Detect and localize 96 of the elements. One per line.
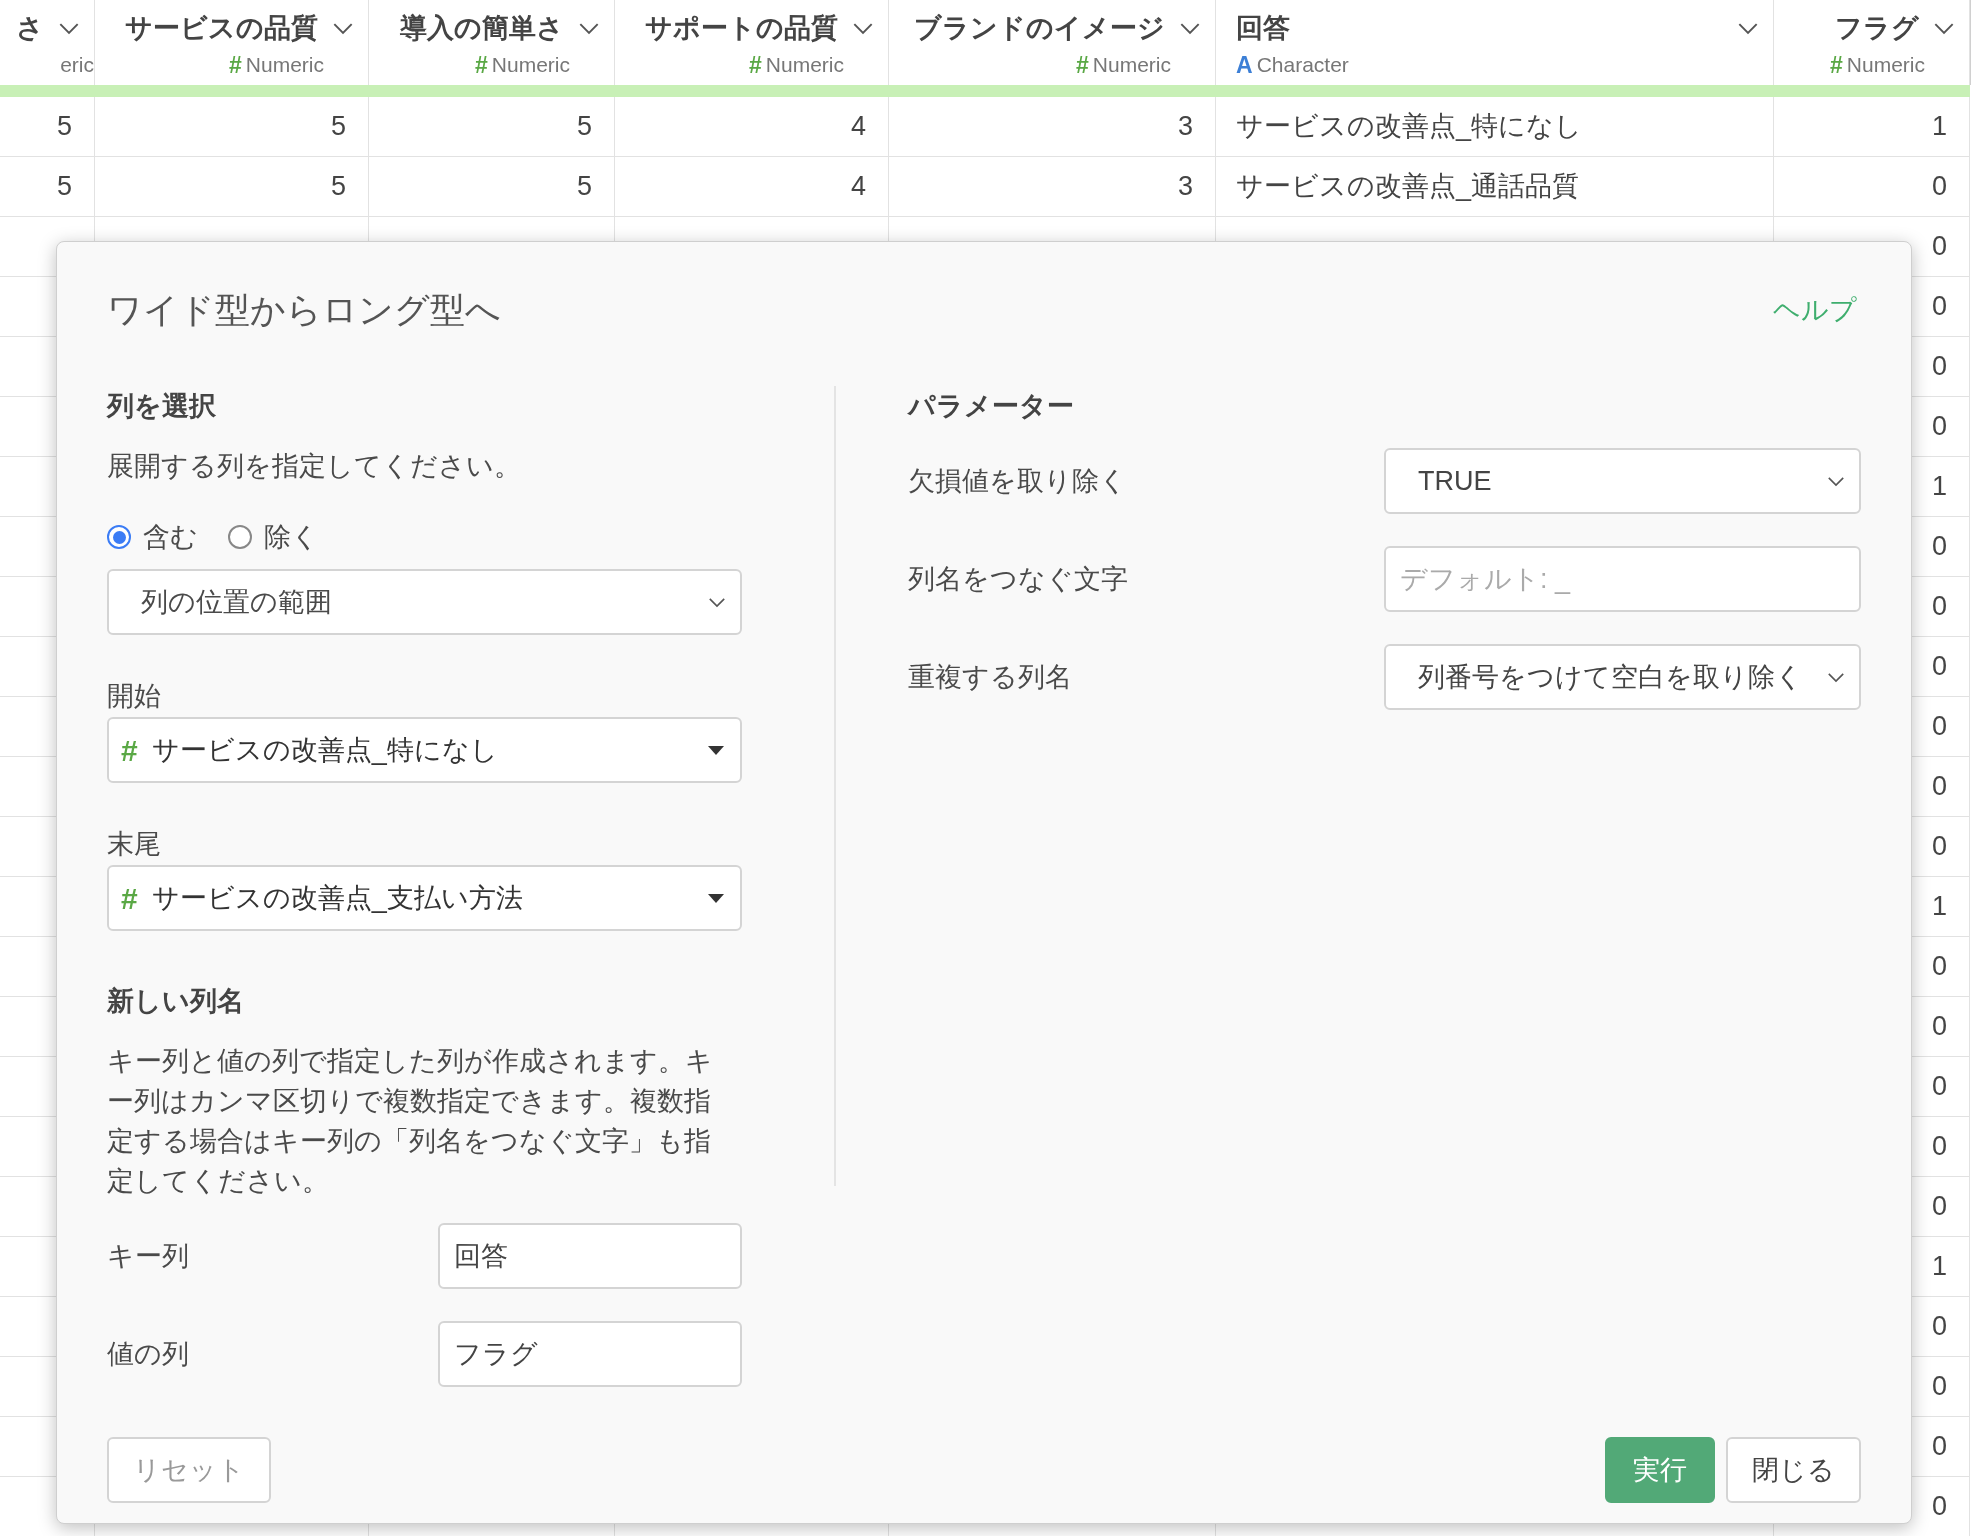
- close-button[interactable]: 閉じる: [1726, 1437, 1861, 1503]
- table-cell-text: 3: [1177, 170, 1193, 204]
- table-cell-text: 0: [1931, 1190, 1947, 1224]
- table-cell-text: 5: [330, 110, 346, 144]
- table-cell-text: 5: [576, 170, 592, 204]
- table-cell-text: 0: [1931, 410, 1947, 444]
- select-value: サービスの改善点_支払い方法: [151, 881, 523, 915]
- chevron-down-icon[interactable]: [1933, 21, 1955, 35]
- table-cell-text: 0: [1931, 590, 1947, 624]
- radio-option[interactable]: 除く: [228, 516, 319, 558]
- column-header: サービスの品質: [125, 11, 318, 45]
- column-header: 回答: [1236, 11, 1290, 45]
- table-cell-text: 5: [56, 110, 72, 144]
- column-select[interactable]: # サービスの改善点_特になし: [107, 717, 742, 783]
- chevron-down-icon[interactable]: [332, 21, 354, 35]
- table-cell-text: 0: [1931, 1490, 1947, 1524]
- table-cell-text: 0: [1931, 290, 1947, 324]
- mode-select[interactable]: 列の位置の範囲: [107, 569, 742, 635]
- type-icon: #: [1830, 47, 1843, 83]
- column-type: Numeric: [765, 52, 844, 79]
- table-cell-text: 0: [1931, 230, 1947, 264]
- table-cell-text: 0: [1931, 950, 1947, 984]
- table-cell-text: 0: [1931, 1370, 1947, 1404]
- chevron-down-icon[interactable]: [578, 21, 600, 35]
- table-cell-text: 3: [1177, 110, 1193, 144]
- section-heading: パラメーター: [908, 390, 1075, 423]
- table-cell-text: 1: [1931, 890, 1947, 924]
- chevron-down-icon[interactable]: [1827, 475, 1845, 487]
- hash-icon: #: [121, 727, 138, 773]
- caret-icon: [708, 745, 724, 755]
- table-cell-text: 0: [1931, 530, 1947, 564]
- table-cell-text: 1: [1931, 1250, 1947, 1284]
- field-label: 開始: [107, 680, 162, 713]
- description-text: 展開する列を指定してください。: [107, 450, 522, 483]
- table-cell-text: 0: [1931, 650, 1947, 684]
- text-field[interactable]: デフォルト: _: [1384, 546, 1861, 612]
- dropdown-select[interactable]: TRUE: [1384, 448, 1861, 514]
- chevron-down-icon[interactable]: [708, 596, 726, 608]
- dialog-title: ワイド型からロング型へ: [107, 288, 501, 331]
- table-cell-text: 4: [850, 170, 866, 204]
- column-type: Character: [1256, 52, 1349, 79]
- column-select[interactable]: # サービスの改善点_支払い方法: [107, 865, 742, 931]
- table-cell-text: 0: [1931, 170, 1947, 204]
- section-heading: 列を選択: [107, 390, 217, 423]
- table-cell-text: 1: [1931, 110, 1947, 144]
- column-type: Numeric: [1092, 52, 1171, 79]
- column-header: 導入の簡単さ: [400, 11, 564, 45]
- column-header: さ: [16, 11, 44, 45]
- table-cell-text: 5: [56, 170, 72, 204]
- table-cell-text: 1: [1931, 470, 1947, 504]
- type-icon: #: [1076, 47, 1089, 83]
- table-cell-text: 0: [1931, 830, 1947, 864]
- field-label: キー列: [107, 1239, 189, 1273]
- field-label: 重複する列名: [908, 660, 1072, 694]
- table-cell-text: 0: [1931, 1010, 1947, 1044]
- table-cell-text: 0: [1931, 770, 1947, 804]
- field-label: 欠損値を取り除く: [908, 464, 1127, 498]
- field-label: 値の列: [107, 1337, 189, 1371]
- column-type: eric: [60, 52, 94, 79]
- table-cell-text: 0: [1931, 1310, 1947, 1344]
- text-field[interactable]: フラグ: [438, 1321, 742, 1387]
- text-field[interactable]: 回答: [438, 1223, 742, 1289]
- table-cell-text: 5: [576, 110, 592, 144]
- chevron-down-icon[interactable]: [1827, 671, 1845, 683]
- radio-option[interactable]: 含む: [107, 516, 198, 558]
- type-icon: #: [475, 47, 488, 83]
- field-label: 列名をつなぐ文字: [908, 562, 1128, 596]
- column-type: Numeric: [245, 52, 324, 79]
- column-header: ブランドのイメージ: [914, 11, 1165, 45]
- select-value: サービスの改善点_特になし: [151, 733, 498, 767]
- field-label: 末尾: [107, 828, 162, 861]
- description-text: キー列と値の列で指定した列が作成されます。キー列はカンマ区切りで複数指定できます。複数指定する場合はキー列の「列名をつなぐ文字」も指定してください。: [107, 1045, 714, 1198]
- column-header: サポートの品質: [645, 11, 838, 45]
- table-cell-text: 0: [1931, 1070, 1947, 1104]
- hash-icon: #: [121, 875, 138, 921]
- column-type: Numeric: [491, 52, 570, 79]
- chevron-down-icon[interactable]: [58, 21, 80, 35]
- table-cell-text: サービスの改善点_通話品質: [1236, 170, 1580, 204]
- column-type: Numeric: [1846, 52, 1925, 79]
- section-heading: 新しい列名: [107, 985, 245, 1018]
- table-cell-text: 0: [1931, 350, 1947, 384]
- table-cell-text: 0: [1931, 710, 1947, 744]
- table-cell-text: 4: [850, 110, 866, 144]
- type-icon: A: [1236, 47, 1253, 83]
- caret-icon: [708, 893, 724, 903]
- dropdown-select[interactable]: 列番号をつけて空白を取り除く: [1384, 644, 1861, 710]
- column-header: フラグ: [1835, 11, 1919, 45]
- table-cell-text: 0: [1931, 1430, 1947, 1464]
- chevron-down-icon[interactable]: [1179, 21, 1201, 35]
- type-icon: #: [749, 47, 762, 83]
- chevron-down-icon[interactable]: [852, 21, 874, 35]
- table-cell-text: 5: [330, 170, 346, 204]
- type-icon: #: [229, 47, 242, 83]
- chevron-down-icon[interactable]: [1737, 21, 1759, 35]
- table-cell-text: サービスの改善点_特になし: [1236, 110, 1583, 144]
- table-cell-text: 0: [1931, 1130, 1947, 1164]
